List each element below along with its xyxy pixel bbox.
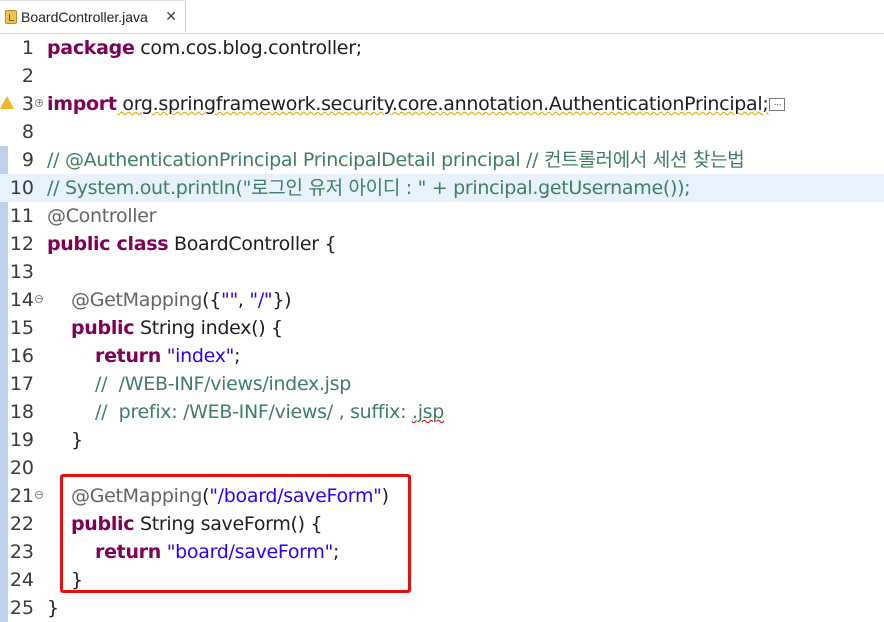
line-number: 13 (9, 261, 34, 283)
keyword: package (47, 37, 135, 59)
highlight-box (60, 474, 411, 593)
code-line: 25 } (0, 594, 884, 622)
code-line: 1 package com.cos.blog.controller; (0, 34, 884, 62)
code-line: 11 @Controller (0, 202, 884, 230)
code-editor[interactable]: 1 package com.cos.blog.controller; 2 3 +… (0, 34, 884, 622)
keyword: public class (47, 233, 169, 255)
string-literal: "index" (166, 345, 235, 367)
line-number: 19 (9, 429, 34, 451)
code-line: 3 + import org.springframework.security.… (0, 90, 884, 118)
line-number: 20 (9, 457, 34, 479)
close-icon[interactable]: ✕ (165, 9, 177, 25)
comment: // System.out.println("로그인 유저 아이디 : " + … (47, 177, 691, 199)
line-number: 17 (9, 373, 34, 395)
line-number: 24 (9, 569, 34, 591)
string-literal: "/" (249, 289, 273, 311)
string-literal: "" (221, 289, 238, 311)
fold-toggle-icon[interactable]: − (35, 295, 43, 303)
code-text: } (71, 429, 83, 451)
line-number: 8 (21, 121, 34, 143)
code-text: com.cos.blog.controller; (134, 37, 362, 59)
code-line: 17 // /WEB-INF/views/index.jsp (0, 370, 884, 398)
expand-imports-button[interactable]: ... (769, 98, 786, 111)
code-line: 18 // prefix: /WEB-INF/views/ , suffix: … (0, 398, 884, 426)
keyword: return (95, 345, 161, 367)
code-text: org.springframework.security.core.annota… (116, 93, 769, 115)
line-number: 2 (21, 65, 34, 87)
comment: .jsp (411, 401, 445, 423)
tab-label: BoardController.java (21, 8, 148, 25)
code-line: 2 (0, 62, 884, 90)
code-line-current: 10 // System.out.println("로그인 유저 아이디 : "… (0, 174, 884, 202)
keyword: import (47, 93, 117, 115)
line-number: 11 (9, 205, 34, 227)
code-line: 13 (0, 258, 884, 286)
code-text: ({ (202, 289, 222, 311)
line-number: 9 (21, 149, 34, 171)
line-number: 12 (9, 233, 34, 255)
line-number: 15 (9, 317, 34, 339)
java-file-icon (5, 9, 17, 24)
code-text: ; (234, 345, 241, 367)
code-text: } (47, 597, 59, 619)
line-number: 16 (9, 345, 34, 367)
line-number: 18 (9, 401, 34, 423)
code-line: 8 (0, 118, 884, 146)
line-number: 23 (9, 541, 34, 563)
comment: // /WEB-INF/views/index.jsp (95, 373, 352, 395)
comment: // prefix: /WEB-INF/views/ , suffix: (95, 401, 412, 423)
annotation: @Controller (47, 205, 157, 227)
keyword: public (71, 317, 135, 339)
editor-tab-bar: BoardController.java ✕ (0, 0, 884, 34)
annotation: @GetMapping (71, 289, 203, 311)
code-text: String index() { (134, 317, 283, 339)
code-line: 12 public class BoardController { (0, 230, 884, 258)
code-text: }) (272, 289, 292, 311)
code-line: 15 public String index() { (0, 314, 884, 342)
code-line: 16 return "index"; (0, 342, 884, 370)
line-number: 3 (21, 93, 34, 115)
code-text: , (237, 289, 250, 311)
fold-toggle-icon[interactable]: + (35, 99, 43, 107)
tab-boardcontroller[interactable]: BoardController.java ✕ (0, 0, 186, 32)
code-line: 19 } (0, 426, 884, 454)
comment: // @AuthenticationPrincipal PrincipalDet… (47, 149, 745, 171)
line-number: 25 (9, 597, 34, 619)
code-line: 9 // @AuthenticationPrincipal PrincipalD… (0, 146, 884, 174)
fold-toggle-icon[interactable]: − (35, 491, 43, 499)
code-text: BoardController { (168, 233, 337, 255)
code-line: 14 − @GetMapping({"", "/"}) (0, 286, 884, 314)
line-number: 21 (9, 485, 34, 507)
line-number: 22 (9, 513, 34, 535)
line-number: 1 (21, 37, 34, 59)
line-number: 14 (9, 289, 34, 311)
line-number: 10 (9, 177, 34, 199)
